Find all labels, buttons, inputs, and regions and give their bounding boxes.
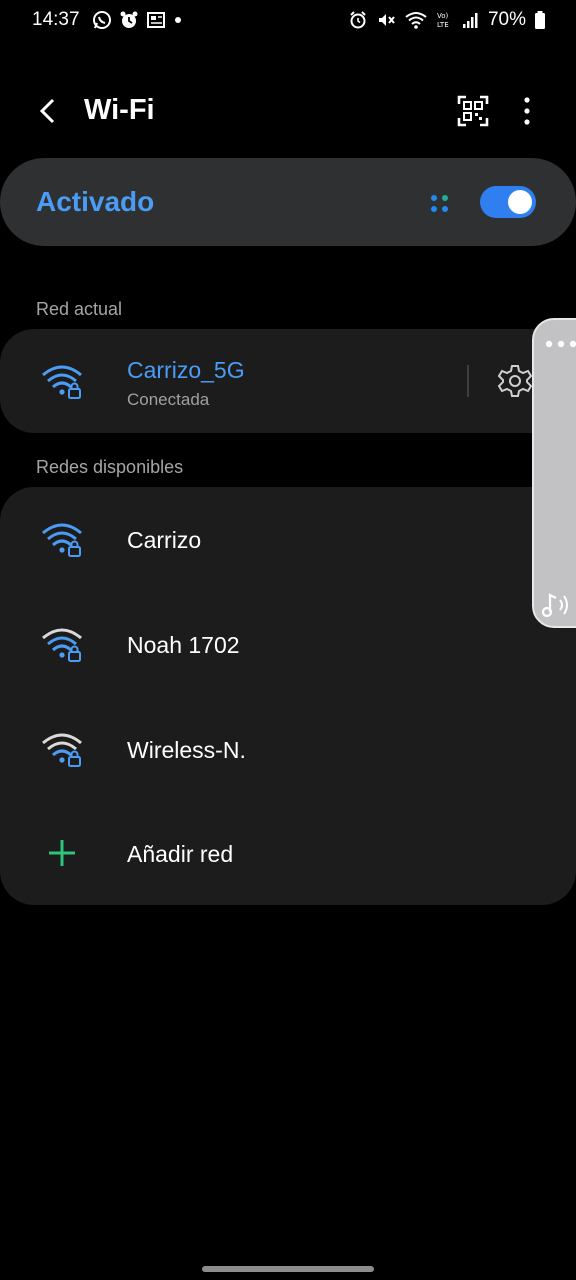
system-icons: Vo) LTE 70% [348,9,546,31]
back-icon[interactable] [30,94,64,128]
status-bar: 14:37 Vo) LTE 70% [0,0,576,42]
intelligent-wifi-icon[interactable] [430,194,450,214]
qr-scan-icon[interactable] [456,94,490,128]
add-network-row[interactable]: Añadir red [0,801,576,905]
gear-icon[interactable] [497,363,533,399]
network-name: Noah 1702 [127,632,240,658]
toggle-knob [508,190,532,214]
status-time: 14:37 [32,9,80,30]
network-row[interactable]: Carrizo [0,487,576,591]
plus-icon [49,840,75,866]
signal-icon [462,13,478,28]
edge-panel-handle[interactable] [532,318,576,628]
mute-icon [378,14,395,26]
news-icon [147,12,165,28]
alarm-app-icon [120,11,138,28]
available-networks-card: Carrizo Noah 1702 Wireless-N. Añadir red [0,487,576,905]
current-network-card: Carrizo_5G Conectada [0,329,576,433]
gesture-nav-handle[interactable] [202,1266,374,1272]
app-bar: Wi-Fi [0,78,576,144]
current-network-status: Conectada [127,390,210,409]
current-network-name: Carrizo_5G [127,357,245,383]
wifi-lock-icon [42,365,82,399]
wifi-lock-icon [42,733,82,767]
notification-icons [92,10,183,30]
network-row[interactable]: Noah 1702 [0,592,576,696]
wifi-master-toggle-card[interactable]: Activado [0,158,576,246]
available-networks-header: Redes disponibles [36,457,184,477]
wifi-lock-icon [42,628,82,662]
battery-icon [535,11,545,29]
page-title: Wi-Fi [84,94,155,126]
wifi-icon [405,12,427,29]
network-name: Carrizo [127,527,202,553]
wifi-status-label: Activado [36,186,155,217]
current-network-header: Red actual [36,299,123,319]
battery-percent: 70% [487,9,526,30]
svg-text:LTE: LTE [437,21,449,29]
more-options-icon[interactable] [512,94,542,128]
dot-icon [175,17,181,23]
alarm-icon [350,11,366,29]
row-divider [467,365,469,397]
network-name: Wireless-N. [127,737,246,763]
current-network-row[interactable]: Carrizo_5G Conectada [0,329,576,433]
svg-text:Vo): Vo) [437,12,449,20]
volte-icon: Vo) LTE [437,12,449,29]
whatsapp-icon [93,11,111,29]
wifi-toggle-switch[interactable] [480,186,536,218]
more-dots-icon [545,340,576,348]
add-network-label: Añadir red [127,841,234,867]
network-row[interactable]: Wireless-N. [0,697,576,801]
music-sound-icon [542,593,568,618]
wifi-lock-icon [42,523,82,557]
